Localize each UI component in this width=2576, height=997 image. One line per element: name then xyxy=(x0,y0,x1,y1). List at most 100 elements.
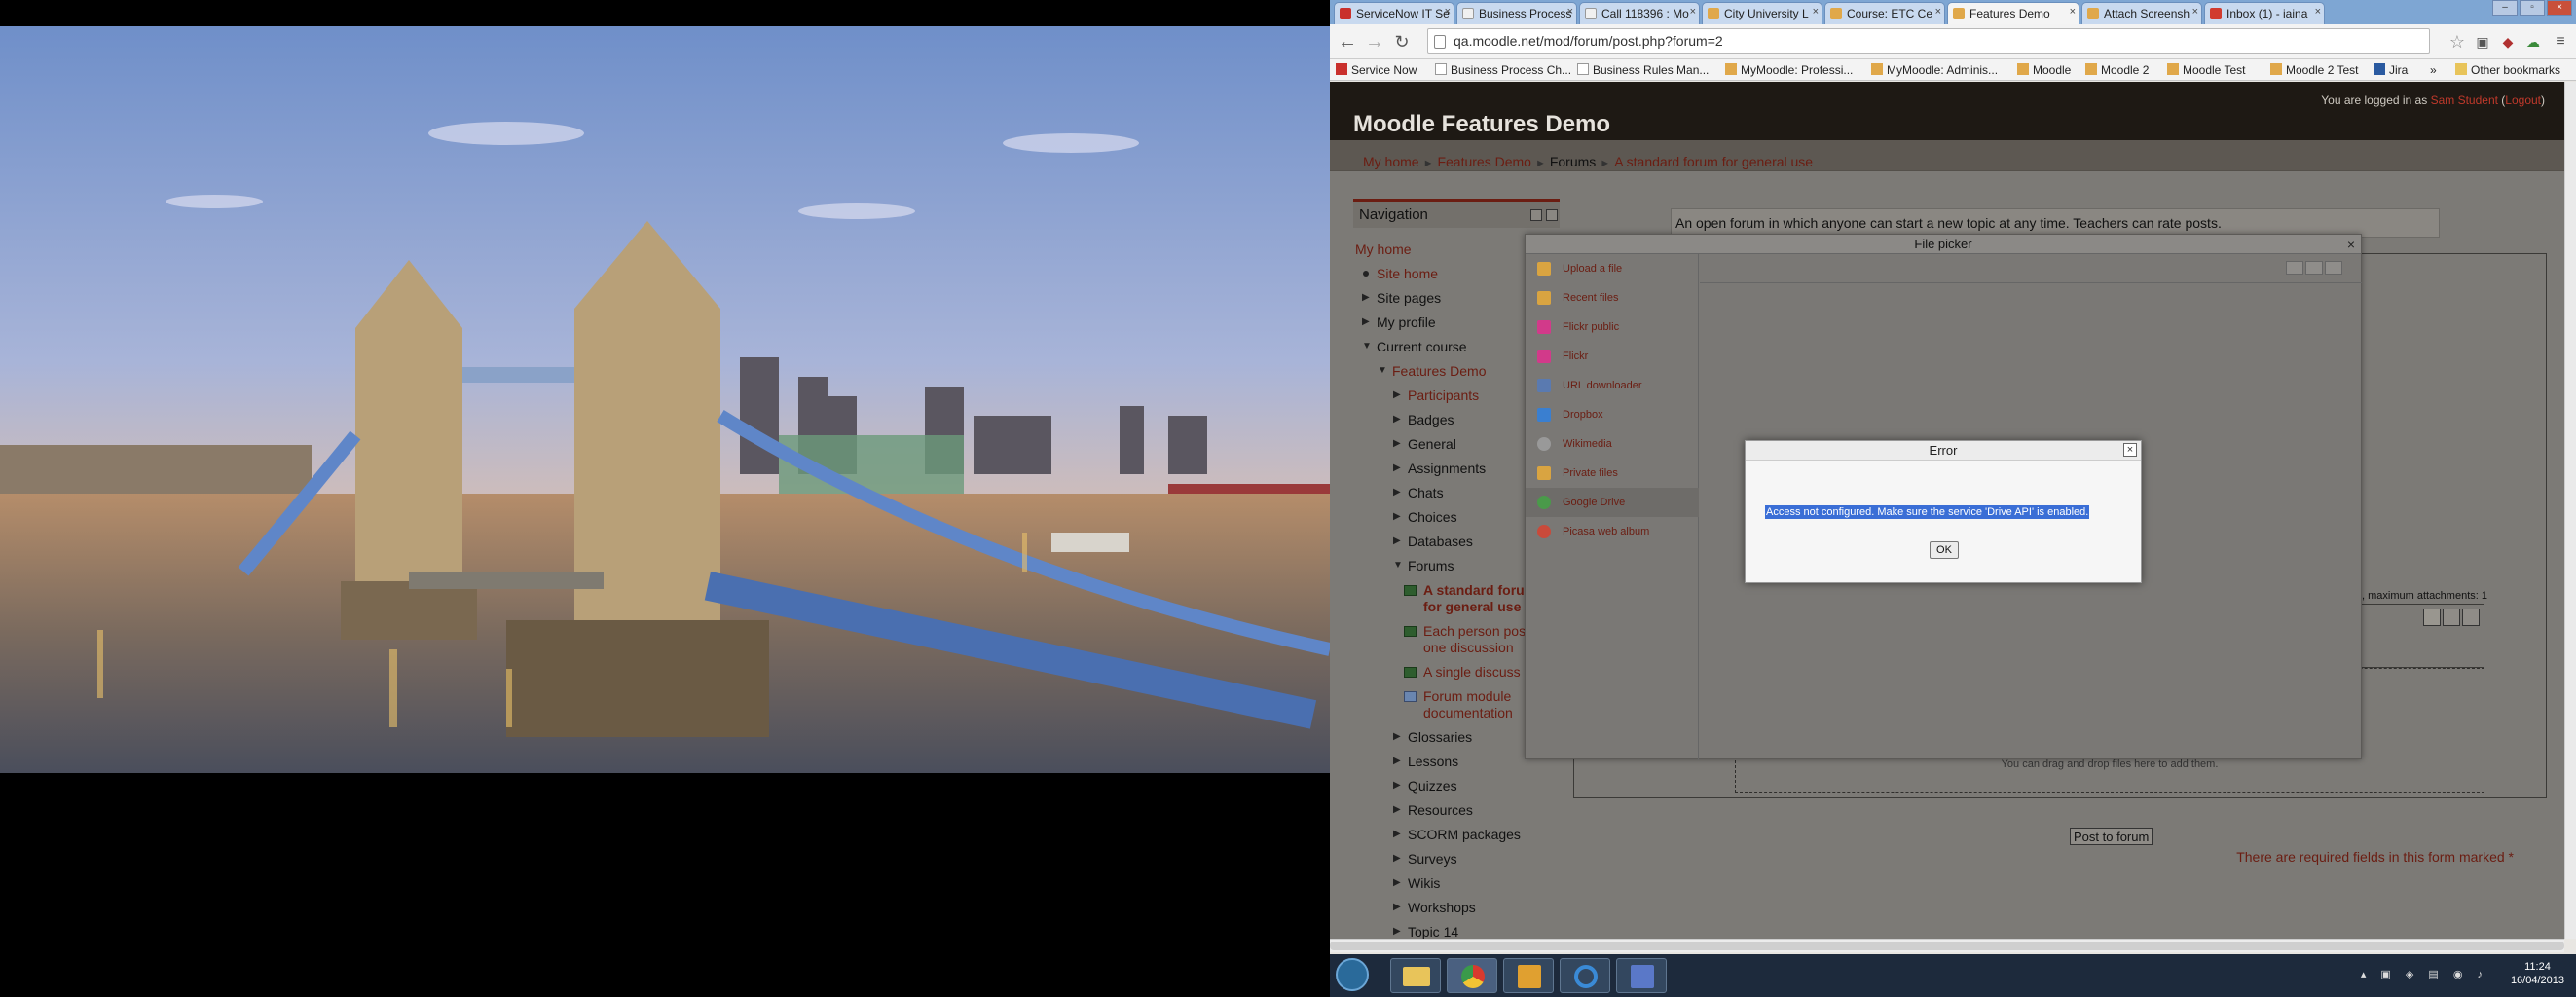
ok-button[interactable]: OK xyxy=(1930,541,1959,559)
vertical-scrollbar[interactable] xyxy=(2564,82,2576,939)
reload-icon[interactable]: ↻ xyxy=(1390,30,1414,54)
browser-tab[interactable]: Inbox (1) - iaina × xyxy=(2204,2,2325,24)
other-bookmarks[interactable]: Other bookmarks xyxy=(2455,63,2560,77)
bookmark[interactable]: Business Rules Man... xyxy=(1577,63,1709,77)
close-icon[interactable]: × xyxy=(2347,237,2355,252)
address-bar[interactable]: qa.moodle.net/mod/forum/post.php?forum=2 xyxy=(1427,28,2430,54)
repository-upload[interactable]: Upload a file xyxy=(1526,254,1699,283)
nav-databases[interactable]: ▶ Databases xyxy=(1393,534,1473,549)
repository-flickr-public[interactable]: Flickr public xyxy=(1526,313,1699,342)
nav-resources[interactable]: ▶ Resources xyxy=(1393,802,1473,818)
bookmark[interactable]: Service Now xyxy=(1336,63,1417,77)
close-window-icon[interactable]: × xyxy=(2547,0,2572,16)
icon-view-icon[interactable] xyxy=(2286,261,2303,275)
scrollbar-thumb[interactable] xyxy=(1330,942,2564,950)
system-clock[interactable]: 11:24 16/04/2013 xyxy=(2511,960,2564,987)
maximize-icon[interactable]: ▫ xyxy=(2520,0,2545,16)
close-icon[interactable]: × xyxy=(2123,443,2137,457)
repository-picasa[interactable]: Picasa web album xyxy=(1526,517,1699,546)
logout-link[interactable]: Logout xyxy=(2505,93,2541,107)
nav-forum-standard-line2[interactable]: for general use xyxy=(1423,599,1521,614)
extension-icon[interactable]: ▣ xyxy=(2471,30,2494,54)
collapse-block-icon[interactable] xyxy=(1530,209,1542,221)
nav-lessons[interactable]: ▶ Lessons xyxy=(1393,754,1458,769)
back-arrow-icon[interactable]: ← xyxy=(1336,30,1359,54)
browser-tab[interactable]: Business Process × xyxy=(1456,2,1577,24)
tree-view-icon[interactable] xyxy=(2325,261,2342,275)
browser-tab-active[interactable]: Features Demo × xyxy=(1947,2,2079,24)
nav-forum-single[interactable]: A single discuss xyxy=(1404,664,1521,680)
user-link[interactable]: Sam Student xyxy=(2431,93,2498,107)
site-title[interactable]: Moodle Features Demo xyxy=(1353,111,1610,138)
repository-url-downloader[interactable]: URL downloader xyxy=(1526,371,1699,400)
repository-dropbox[interactable]: Dropbox xyxy=(1526,400,1699,429)
tree-view-icon[interactable] xyxy=(2462,609,2480,626)
browser-tab[interactable]: Course: ETC Ce × xyxy=(1824,2,1945,24)
cloud-icon[interactable]: ☁ xyxy=(2521,30,2545,54)
browser-tab[interactable]: Call 118396 : Mo × xyxy=(1579,2,1700,24)
star-icon[interactable]: ☆ xyxy=(2446,30,2469,54)
outlook-icon[interactable] xyxy=(1503,958,1554,993)
nav-scorm-packages[interactable]: ▶ SCORM packages xyxy=(1393,827,1521,842)
nav-general[interactable]: ▶ General xyxy=(1393,436,1456,452)
minimize-icon[interactable]: – xyxy=(2492,0,2518,16)
bookmark[interactable]: Jira xyxy=(2374,63,2408,77)
post-to-forum-button[interactable]: Post to forum xyxy=(2070,828,2153,845)
forward-arrow-icon[interactable]: → xyxy=(1363,30,1386,54)
dock-block-icon[interactable] xyxy=(1546,209,1558,221)
browser-tab[interactable]: City University L × xyxy=(1702,2,1822,24)
close-tab-icon[interactable]: × xyxy=(2070,6,2076,18)
bookmark[interactable]: Business Process Ch... xyxy=(1435,63,1571,77)
bookmarks-overflow-button[interactable]: » xyxy=(2430,63,2437,77)
snipping-tool-icon[interactable] xyxy=(1616,958,1667,993)
nav-glossaries[interactable]: ▶ Glossaries xyxy=(1393,729,1472,745)
icon-view-icon[interactable] xyxy=(2423,609,2441,626)
nav-forum-docs-line2[interactable]: documentation xyxy=(1423,705,1513,720)
breadcrumb-link[interactable]: Features Demo xyxy=(1437,154,1530,169)
browser-tab[interactable]: Attach Screensh × xyxy=(2081,2,2202,24)
nav-site-home[interactable]: Site home xyxy=(1363,266,1438,281)
repository-flickr[interactable]: Flickr xyxy=(1526,342,1699,371)
breadcrumb-link[interactable]: My home xyxy=(1363,154,1419,169)
close-tab-icon[interactable]: × xyxy=(2192,6,2198,18)
nav-participants[interactable]: ▶ Participants xyxy=(1393,388,1479,403)
nav-wikis[interactable]: ▶ Wikis xyxy=(1393,875,1440,891)
repository-recent[interactable]: Recent files xyxy=(1526,283,1699,313)
nav-chats[interactable]: ▶ Chats xyxy=(1393,485,1444,500)
close-tab-icon[interactable]: × xyxy=(1445,6,1451,18)
bookmark[interactable]: MyMoodle: Adminis... xyxy=(1871,63,1998,77)
file-explorer-icon[interactable] xyxy=(1390,958,1441,993)
close-tab-icon[interactable]: × xyxy=(1690,6,1696,18)
nav-my-home[interactable]: My home xyxy=(1355,241,1412,257)
close-tab-icon[interactable]: × xyxy=(1813,6,1819,18)
nav-forum-each-person-line2[interactable]: one discussion xyxy=(1423,640,1514,655)
nav-current-course[interactable]: ▼ Current course xyxy=(1362,339,1467,354)
nav-badges[interactable]: ▶ Badges xyxy=(1393,412,1454,427)
extension-icon[interactable]: ◆ xyxy=(2496,30,2520,54)
windows-start-icon[interactable] xyxy=(1336,958,1369,991)
nav-forum-standard[interactable]: A standard foru xyxy=(1404,582,1525,598)
nav-surveys[interactable]: ▶ Surveys xyxy=(1393,851,1457,867)
menu-icon[interactable]: ≡ xyxy=(2549,30,2572,54)
repository-private-files[interactable]: Private files xyxy=(1526,459,1699,488)
close-tab-icon[interactable]: × xyxy=(1935,6,1941,18)
nav-course-features-demo[interactable]: ▼ Features Demo xyxy=(1378,363,1486,379)
breadcrumb-link[interactable]: Forums xyxy=(1550,154,1596,169)
nav-quizzes[interactable]: ▶ Quizzes xyxy=(1393,778,1457,794)
repository-wikimedia[interactable]: Wikimedia xyxy=(1526,429,1699,459)
repository-google-drive[interactable]: Google Drive xyxy=(1526,488,1699,517)
browser-tab[interactable]: ServiceNow IT Se × xyxy=(1334,2,1454,24)
chrome-icon[interactable] xyxy=(1447,958,1497,993)
close-tab-icon[interactable]: × xyxy=(1567,6,1573,18)
close-tab-icon[interactable]: × xyxy=(2315,6,2321,18)
nav-forum-docs[interactable]: Forum module xyxy=(1404,688,1511,704)
bookmark[interactable]: Moodle 2 xyxy=(2085,63,2149,77)
nav-forum-each-person[interactable]: Each person pos xyxy=(1404,623,1526,639)
nav-assignments[interactable]: ▶ Assignments xyxy=(1393,461,1486,476)
bookmark[interactable]: Moodle 2 Test xyxy=(2270,63,2359,77)
nav-forums[interactable]: ▼ Forums xyxy=(1393,558,1454,573)
horizontal-scrollbar[interactable] xyxy=(1330,939,2564,952)
nav-topic-14[interactable]: ▶ Topic 14 xyxy=(1393,924,1458,939)
nav-site-pages[interactable]: ▶ Site pages xyxy=(1362,290,1441,306)
nav-choices[interactable]: ▶ Choices xyxy=(1393,509,1457,525)
